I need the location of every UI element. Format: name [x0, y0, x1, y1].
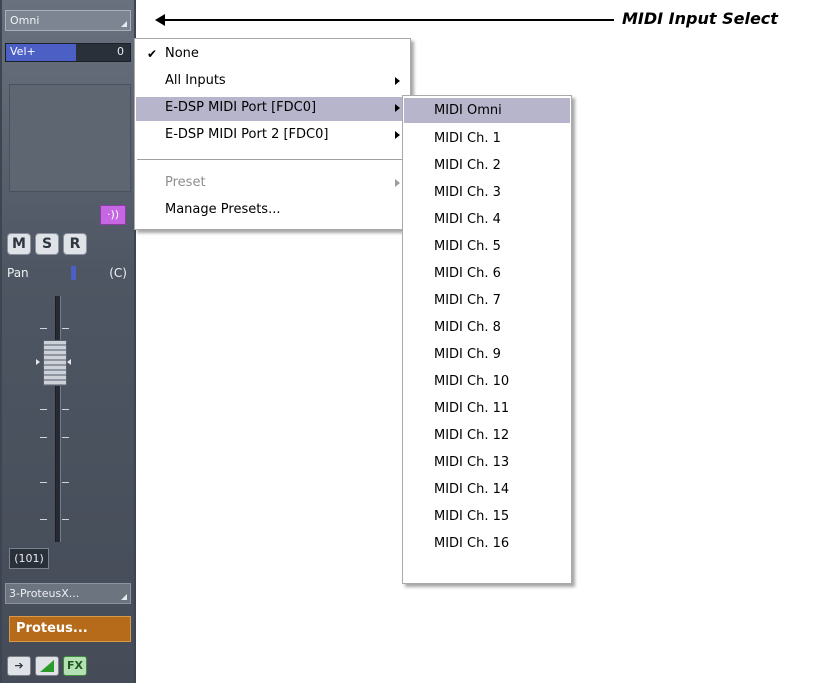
fader-tick	[40, 482, 47, 483]
menu-item-all-inputs[interactable]: All Inputs	[136, 70, 409, 94]
submenu-item-label: MIDI Ch. 10	[434, 374, 510, 389]
submenu-item-label: MIDI Ch. 8	[434, 320, 501, 335]
input-monitor-button[interactable]: ·))	[100, 205, 126, 225]
submenu-arrow-icon	[395, 131, 400, 139]
submenu-item-midi-ch-6[interactable]: MIDI Ch. 6	[404, 260, 570, 287]
fader-tick	[62, 409, 69, 410]
submenu-item-midi-ch-7[interactable]: MIDI Ch. 7	[404, 287, 570, 314]
submenu-item-midi-ch-8[interactable]: MIDI Ch. 8	[404, 314, 570, 341]
submenu-item-midi-ch-12[interactable]: MIDI Ch. 12	[404, 422, 570, 449]
dropdown-corner-icon	[121, 594, 127, 600]
menu-item-label: Manage Presets...	[165, 202, 281, 217]
menu-item-label: None	[165, 46, 199, 61]
submenu-item-midi-ch-4[interactable]: MIDI Ch. 4	[404, 206, 570, 233]
submenu-item-midi-ch-11[interactable]: MIDI Ch. 11	[404, 395, 570, 422]
fader-tick	[62, 437, 69, 438]
submenu-item-label: MIDI Ch. 15	[434, 509, 510, 524]
record-button[interactable]: R	[63, 233, 87, 255]
submenu-item-label: MIDI Ch. 4	[434, 212, 501, 227]
pan-label: Pan	[7, 266, 29, 280]
pan-value: (C)	[109, 266, 127, 280]
fader-tick	[62, 482, 69, 483]
fader-tick	[40, 409, 47, 410]
submenu-item-midi-ch-5[interactable]: MIDI Ch. 5	[404, 233, 570, 260]
callout-label: MIDI Input Select	[622, 9, 778, 28]
submenu-item-label: MIDI Ch. 11	[434, 401, 510, 416]
submenu-item-midi-ch-2[interactable]: MIDI Ch. 2	[404, 152, 570, 179]
menu-item-label: Preset	[165, 175, 206, 190]
menu-item-edsp-midi-port-2[interactable]: E-DSP MIDI Port 2 [FDC0]	[136, 124, 409, 148]
submenu-item-label: MIDI Ch. 14	[434, 482, 510, 497]
channel-strip: Omni Vel+ 0 ·)) M S R Pan (C) (101) 3-Pr…	[0, 0, 136, 683]
submenu-item-label: MIDI Ch. 1	[434, 131, 501, 146]
mute-button[interactable]: M	[7, 233, 31, 255]
submenu-item-label: MIDI Ch. 13	[434, 455, 510, 470]
submenu-arrow-icon	[395, 104, 400, 112]
level-meter	[9, 84, 131, 192]
velocity-label: Vel+	[10, 45, 36, 58]
output-route-button[interactable]: ➔	[7, 656, 31, 676]
midi-input-menu: ✔ None All Inputs E-DSP MIDI Port [FDC0]…	[134, 38, 411, 230]
velocity-offset-control[interactable]: Vel+ 0	[5, 43, 131, 62]
output-destination-select[interactable]: 3-ProteusX...	[5, 583, 131, 604]
submenu-item-label: MIDI Ch. 2	[434, 158, 501, 173]
submenu-item-midi-ch-3[interactable]: MIDI Ch. 3	[404, 179, 570, 206]
submenu-item-midi-ch-16[interactable]: MIDI Ch. 16	[404, 530, 570, 557]
menu-item-label: E-DSP MIDI Port [FDC0]	[165, 100, 317, 115]
dropdown-corner-icon	[121, 21, 127, 27]
fader-right-marker-icon	[67, 359, 71, 365]
menu-item-manage-presets[interactable]: Manage Presets...	[136, 199, 409, 223]
submenu-item-label: MIDI Ch. 3	[434, 185, 501, 200]
menu-item-preset: Preset	[136, 172, 409, 196]
fader-tick	[40, 437, 47, 438]
submenu-item-label: MIDI Ch. 12	[434, 428, 510, 443]
channel-strip-body: Omni Vel+ 0 ·)) M S R Pan (C) (101) 3-Pr…	[2, 0, 134, 683]
menu-item-label: E-DSP MIDI Port 2 [FDC0]	[165, 127, 329, 142]
input-monitor-icon: ·))	[106, 208, 120, 221]
midi-input-select[interactable]: Omni	[5, 10, 131, 31]
volume-fader-track[interactable]	[55, 296, 61, 542]
pan-control[interactable]: Pan (C)	[5, 265, 131, 283]
checkmark-icon: ✔	[147, 47, 158, 61]
volume-fader-thumb[interactable]	[43, 340, 67, 386]
output-destination-value: 3-ProteusX...	[9, 587, 80, 600]
submenu-item-label: MIDI Ch. 5	[434, 239, 501, 254]
menu-item-none[interactable]: ✔ None	[136, 43, 409, 67]
fader-tick	[40, 328, 47, 329]
track-name[interactable]: Proteus...	[9, 616, 131, 642]
submenu-arrow-icon	[395, 77, 400, 85]
submenu-item-label: MIDI Ch. 16	[434, 536, 510, 551]
fader-tick	[62, 328, 69, 329]
submenu-item-midi-ch-15[interactable]: MIDI Ch. 15	[404, 503, 570, 530]
submenu-item-midi-ch-14[interactable]: MIDI Ch. 14	[404, 476, 570, 503]
menu-item-label: All Inputs	[165, 73, 226, 88]
velocity-value: 0	[117, 45, 124, 58]
arrow-right-icon: ➔	[14, 659, 24, 672]
callout-line	[164, 19, 614, 21]
submenu-item-label: MIDI Omni	[434, 103, 502, 118]
fader-tick	[40, 519, 47, 520]
fader-left-marker-icon	[36, 359, 40, 365]
ramp-icon	[40, 660, 54, 672]
submenu-item-midi-omni[interactable]: MIDI Omni	[404, 98, 570, 123]
submenu-item-label: MIDI Ch. 9	[434, 347, 501, 362]
midi-input-select-value: Omni	[10, 14, 40, 27]
pan-indicator	[71, 266, 76, 280]
menu-separator	[137, 159, 408, 161]
submenu-arrow-icon	[395, 179, 400, 187]
fader-tick	[62, 519, 69, 520]
fx-button[interactable]: FX	[63, 656, 87, 676]
menu-item-edsp-midi-port[interactable]: E-DSP MIDI Port [FDC0]	[136, 97, 409, 121]
volume-value: (101)	[9, 548, 49, 569]
submenu-item-midi-ch-10[interactable]: MIDI Ch. 10	[404, 368, 570, 395]
submenu-item-midi-ch-9[interactable]: MIDI Ch. 9	[404, 341, 570, 368]
solo-button[interactable]: S	[35, 233, 59, 255]
midi-channel-submenu: MIDI Omni MIDI Ch. 1 MIDI Ch. 2 MIDI Ch.…	[402, 95, 572, 584]
submenu-item-midi-ch-1[interactable]: MIDI Ch. 1	[404, 125, 570, 152]
submenu-item-midi-ch-13[interactable]: MIDI Ch. 13	[404, 449, 570, 476]
submenu-item-label: MIDI Ch. 6	[434, 266, 501, 281]
automation-button[interactable]	[35, 656, 59, 676]
submenu-item-label: MIDI Ch. 7	[434, 293, 501, 308]
